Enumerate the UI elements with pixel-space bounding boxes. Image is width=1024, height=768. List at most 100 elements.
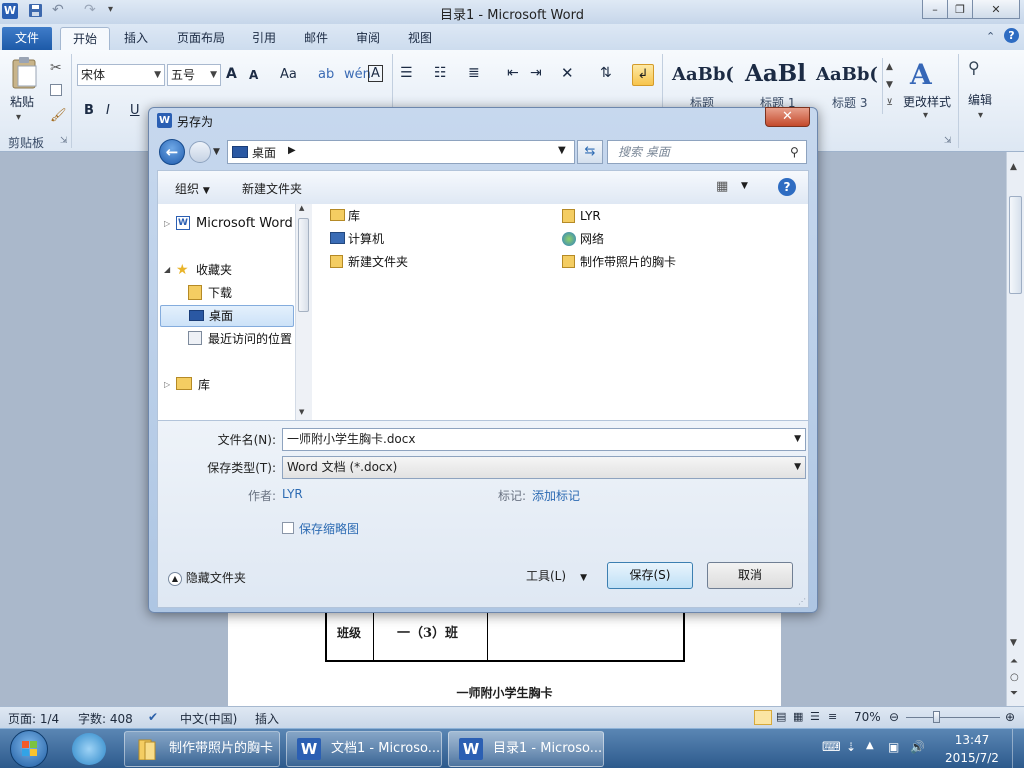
tab-references[interactable]: 引用 (240, 27, 288, 50)
resize-grip-icon[interactable]: ⋰ (798, 597, 806, 606)
scroll-up-icon[interactable]: ▲ (299, 204, 304, 212)
tags-value[interactable]: 添加标记 (532, 487, 580, 504)
help-icon[interactable]: ? (778, 178, 796, 196)
paste-button[interactable]: 粘贴 (10, 93, 34, 110)
bullets-icon[interactable]: ☰ (400, 65, 413, 81)
help-icon[interactable]: ? (1004, 28, 1019, 43)
change-styles-icon[interactable]: A (910, 58, 932, 91)
style-sample-heading1[interactable]: AaBl (745, 60, 806, 87)
chevron-down-icon[interactable]: ▾ (923, 110, 928, 121)
organize-button[interactable]: 组织 ▼ (175, 180, 210, 197)
nav-item-desktop[interactable]: 桌面 (160, 305, 294, 327)
font-size-select[interactable]: 五号 ▼ (167, 64, 221, 86)
thumbnail-checkbox[interactable] (282, 522, 294, 534)
print-layout-view-icon[interactable] (754, 710, 772, 725)
binoculars-icon[interactable]: ⚲ (968, 58, 980, 77)
cut-icon[interactable]: ✂ (50, 60, 62, 76)
zoom-in-icon[interactable]: ⊕ (1005, 710, 1015, 724)
asian-layout-icon[interactable]: ✕ (561, 64, 574, 82)
search-icon[interactable]: ⚲ (790, 141, 799, 163)
taskbar-item-doc2[interactable]: W 目录1 - Microso... (448, 731, 604, 767)
zoom-level[interactable]: 70% (854, 710, 881, 724)
increase-indent-icon[interactable]: ⇥ (530, 65, 542, 81)
scroll-down-icon[interactable]: ▼ (1010, 638, 1017, 648)
nav-item-downloads[interactable]: 下载 (158, 283, 298, 303)
scroll-thumb[interactable] (1009, 196, 1022, 294)
dialog-close-button[interactable]: ✕ (765, 107, 810, 127)
style-sample-heading3[interactable]: AaBb( (816, 64, 878, 85)
next-page-icon[interactable]: ⏷ (1010, 688, 1018, 699)
font-name-select[interactable]: 宋体 ▼ (77, 64, 165, 86)
address-dropdown-icon[interactable]: ▼ (558, 145, 566, 156)
close-button[interactable]: ✕ (972, 0, 1020, 19)
back-button[interactable]: ← (159, 139, 185, 165)
scroll-up-icon[interactable]: ▲ (1010, 162, 1017, 172)
taskbar-item-folder[interactable]: 制作带照片的胸卡 (124, 731, 280, 767)
cancel-button[interactable]: 取消 (707, 562, 793, 589)
grow-font-button[interactable]: A (226, 66, 237, 82)
zoom-slider[interactable] (906, 711, 1000, 723)
network-tray-icon[interactable]: ▣ (888, 740, 899, 754)
thumbnail-label[interactable]: 保存缩略图 (299, 520, 359, 537)
multilevel-list-icon[interactable]: ≣ (468, 65, 480, 81)
save-button[interactable]: 保存(S) (607, 562, 693, 589)
web-layout-icon[interactable]: ▦ (793, 710, 803, 723)
styles-launcher-icon[interactable]: ⇲ (944, 136, 952, 146)
tab-home[interactable]: 开始 (60, 27, 110, 50)
tray-icon[interactable]: ⇣ (846, 740, 856, 754)
forward-button[interactable] (189, 141, 211, 163)
tab-page-layout[interactable]: 页面布局 (168, 27, 234, 50)
start-button[interactable] (10, 730, 48, 768)
filetype-select[interactable]: Word 文档 (*.docx) ▼ (282, 456, 806, 479)
refresh-button[interactable]: ⇆ (577, 140, 603, 164)
tab-file[interactable]: 文件 (2, 27, 52, 50)
search-input[interactable]: 搜索 桌面 ⚲ (607, 140, 807, 164)
language[interactable]: 中文(中国) (180, 710, 237, 727)
chevron-down-icon[interactable]: ▼ (741, 181, 748, 191)
show-hidden-icons[interactable]: ▲ (866, 740, 874, 751)
zoom-slider-thumb[interactable] (933, 711, 940, 723)
character-border-button[interactable]: A (368, 65, 383, 82)
paste-icon[interactable] (10, 56, 40, 90)
bold-button[interactable]: B (84, 103, 94, 118)
previous-page-icon[interactable]: ⏶ (1010, 656, 1018, 667)
chevron-down-icon[interactable]: ▼ (794, 457, 801, 478)
file-item[interactable]: 计算机 (330, 229, 530, 249)
word-count[interactable]: 字数: 408 (78, 710, 133, 727)
tab-review[interactable]: 审阅 (344, 27, 392, 50)
outline-view-icon[interactable]: ☰ (810, 710, 820, 723)
scroll-down-icon[interactable]: ▼ (299, 408, 304, 416)
zoom-out-icon[interactable]: ⊖ (889, 710, 899, 724)
clipboard-launcher-icon[interactable]: ⇲ (60, 136, 68, 146)
tools-button[interactable]: 工具(L) ▼ (526, 567, 587, 584)
recent-pages-dropdown-icon[interactable]: ▼ (213, 147, 220, 157)
maximize-button[interactable]: ❐ (947, 0, 973, 19)
proofing-icon[interactable]: ✔ (148, 710, 158, 724)
chevron-down-icon[interactable]: ▾ (978, 110, 983, 121)
copy-icon[interactable] (50, 84, 62, 96)
draft-view-icon[interactable]: ≡ (828, 710, 837, 723)
new-folder-button[interactable]: 新建文件夹 (242, 180, 302, 197)
paste-dropdown-icon[interactable]: ▾ (16, 112, 21, 123)
tab-insert[interactable]: 插入 (112, 27, 160, 50)
chevron-down-icon[interactable]: ▼ (794, 429, 801, 450)
address-bar[interactable]: 桌面 ▶ ▼ (227, 140, 575, 164)
nav-item-word[interactable]: ▷ W Microsoft Word (158, 214, 298, 234)
view-options-icon[interactable]: ▦ (716, 179, 728, 194)
numbering-icon[interactable]: ☷ (434, 65, 447, 81)
expand-icon[interactable]: ▷ (164, 214, 170, 234)
style-sample-title[interactable]: AaBb( (672, 64, 734, 85)
file-item[interactable]: LYR (562, 206, 762, 226)
author-value[interactable]: LYR (282, 487, 303, 501)
address-crumb[interactable]: 桌面 (252, 144, 276, 161)
nav-item-favorites[interactable]: ◢ ★ 收藏夹 (158, 260, 298, 280)
nav-pane-scrollbar[interactable]: ▲ ▼ (295, 204, 312, 420)
file-item[interactable]: 库 (330, 206, 530, 226)
italic-button[interactable]: I (106, 103, 110, 118)
minimize-button[interactable]: – (922, 0, 948, 19)
reading-view-icon[interactable]: ▤ (776, 710, 786, 723)
clear-format-icon[interactable]: ab (318, 67, 334, 82)
sort-icon[interactable]: ⇅ (600, 65, 612, 81)
show-desktop-button[interactable] (1012, 729, 1024, 768)
file-item[interactable]: 新建文件夹 (330, 252, 530, 272)
